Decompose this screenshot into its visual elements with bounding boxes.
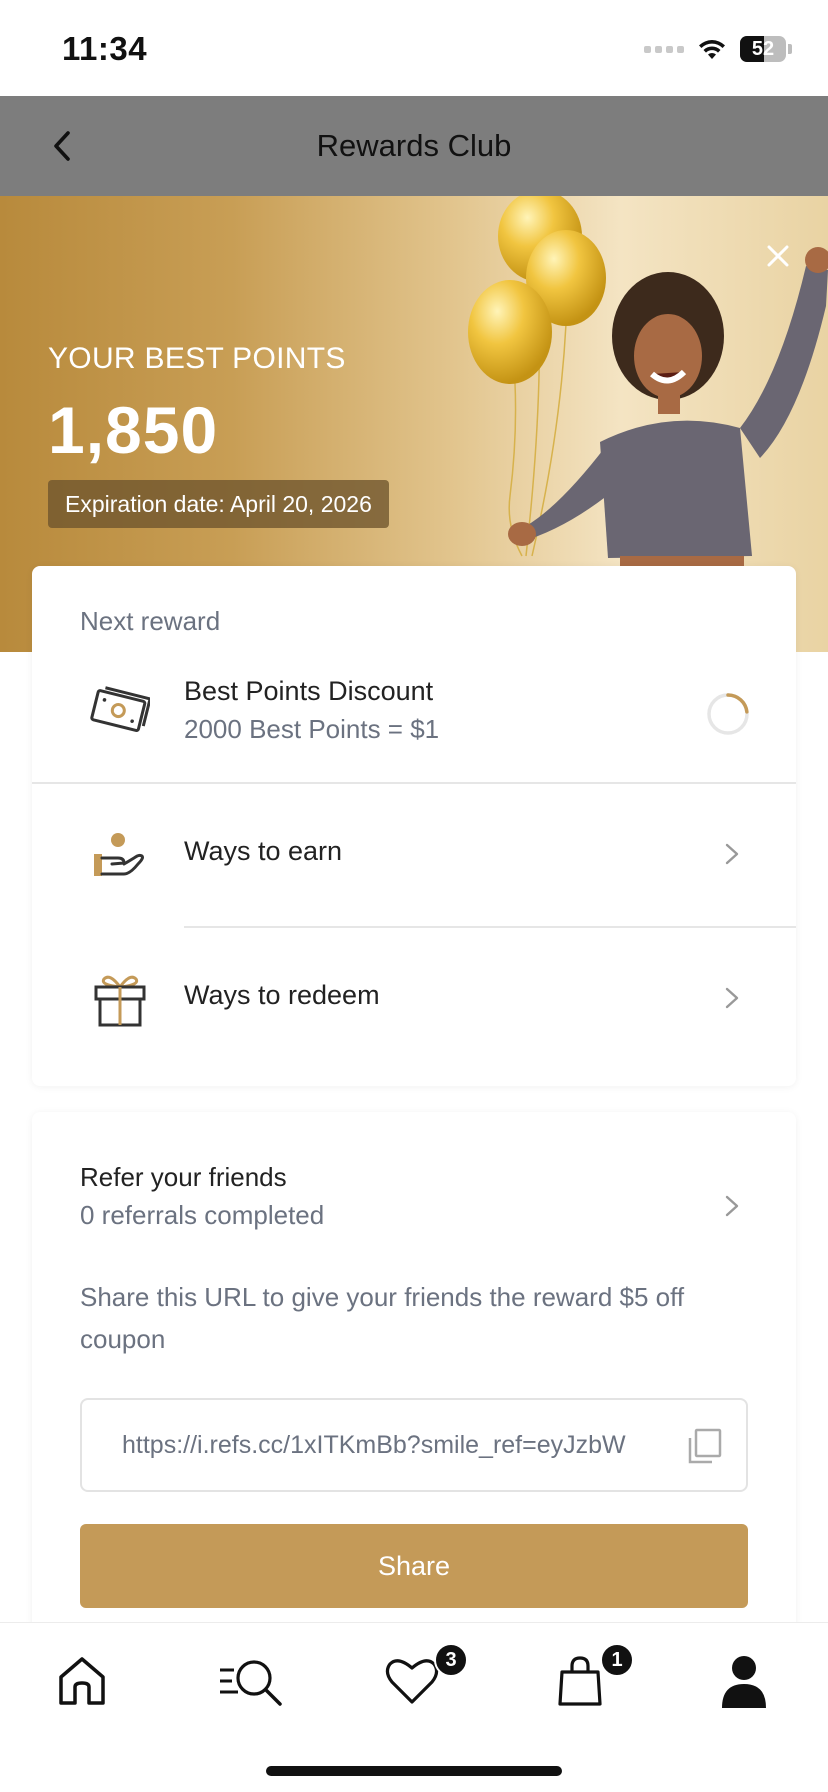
referral-card: Refer your friends 0 referrals completed… (32, 1112, 796, 1632)
search-menu-icon (220, 1660, 282, 1706)
referral-description: Share this URL to give your friends the … (80, 1282, 685, 1354)
nav-cart[interactable]: 1 (544, 1643, 634, 1713)
rewards-card: Next reward Best Points Discount 2000 Be… (32, 566, 796, 1086)
cart-count-badge: 1 (600, 1643, 634, 1677)
chevron-right-icon (725, 987, 739, 1009)
referrals-count: 0 referrals completed (80, 1200, 325, 1230)
reward-progress-ring (707, 693, 749, 735)
nav-home[interactable] (46, 1649, 118, 1713)
close-banner-button[interactable] (758, 236, 798, 276)
share-button[interactable]: Share (80, 1524, 748, 1608)
wishlist-count-badge: 3 (434, 1643, 468, 1677)
nav-wishlist[interactable]: 3 (376, 1643, 468, 1713)
app-header: Rewards Club (0, 96, 828, 196)
nav-search[interactable] (212, 1649, 288, 1713)
battery-level: 52 (751, 37, 775, 60)
gift-icon (88, 968, 152, 1032)
chevron-right-icon (725, 1195, 739, 1217)
ways-to-earn-label: Ways to earn (184, 836, 343, 866)
account-icon (722, 1656, 766, 1708)
shopping-bag-icon (558, 1656, 602, 1706)
divider (184, 926, 796, 928)
home-icon (59, 1657, 105, 1705)
close-icon (767, 245, 789, 267)
battery-icon: 52 (740, 36, 786, 62)
status-bar: 11:34 52 (0, 0, 828, 96)
back-button[interactable] (40, 124, 84, 168)
money-bill-icon (88, 680, 152, 744)
page-title: Rewards Club (316, 128, 512, 163)
next-reward-title: Best Points Discount (184, 676, 434, 706)
next-reward-label: Next reward (80, 606, 221, 636)
divider (32, 782, 796, 784)
home-indicator (266, 1766, 562, 1776)
points-balance: 1,850 (48, 393, 219, 467)
hand-coin-icon (88, 824, 152, 888)
cellular-signal-icon (644, 45, 684, 53)
referral-url-field[interactable]: https://i.refs.cc/1xITKmBb?smile_ref=eyJ… (80, 1398, 748, 1492)
refer-title: Refer your friends (80, 1162, 287, 1192)
status-time: 11:34 (62, 30, 148, 67)
chevron-left-icon (54, 131, 70, 161)
status-indicators: 52 (644, 34, 792, 64)
referral-url[interactable]: https://i.refs.cc/1xITKmBb?smile_ref=eyJ… (122, 1400, 662, 1490)
nav-account[interactable] (708, 1649, 780, 1713)
wifi-icon (699, 40, 725, 59)
heart-icon (385, 1659, 439, 1704)
expiration-badge: Expiration date: April 20, 2026 (48, 480, 389, 528)
copy-icon[interactable] (684, 1426, 724, 1466)
points-label: YOUR BEST POINTS (48, 342, 346, 375)
next-reward-subtitle: 2000 Best Points = $1 (184, 714, 440, 744)
ways-to-redeem-label: Ways to redeem (184, 980, 380, 1010)
chevron-right-icon (725, 843, 739, 865)
